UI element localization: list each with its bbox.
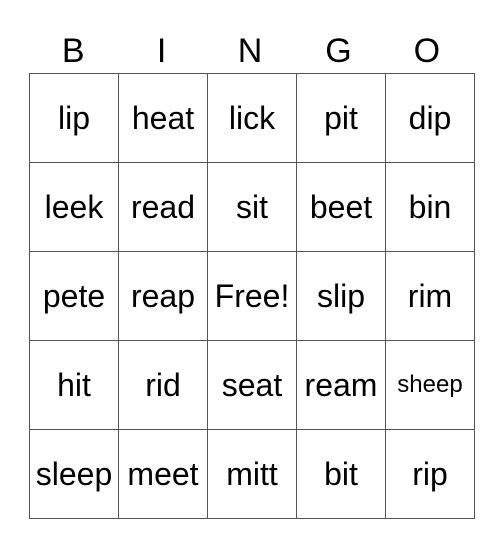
bingo-cell[interactable]: rip (385, 429, 475, 519)
grid-row: leek read sit beet bin (29, 162, 475, 252)
bingo-cell[interactable]: seat (207, 340, 297, 430)
grid-row: sleep meet mitt bit rip (29, 429, 475, 519)
bingo-cell[interactable]: leek (29, 162, 119, 252)
header-letter-o: O (413, 32, 441, 70)
grid-row: hit rid seat ream sheep (29, 340, 475, 430)
bingo-cell[interactable]: pete (29, 251, 119, 341)
header-letter-g: G (325, 32, 352, 70)
bingo-header: B I N G O (29, 30, 471, 73)
bingo-cell[interactable]: hit (29, 340, 119, 430)
grid-row: pete reap Free! slip rim (29, 251, 475, 341)
bingo-cell[interactable]: meet (118, 429, 208, 519)
bingo-cell[interactable]: bit (296, 429, 386, 519)
bingo-card-grid: lip heat lick pit dip leek read sit beet… (29, 73, 475, 519)
bingo-cell[interactable]: sit (207, 162, 297, 252)
header-letter-b: B (61, 32, 85, 70)
grid-row: lip heat lick pit dip (29, 73, 475, 163)
bingo-cell[interactable]: pit (296, 73, 386, 163)
bingo-cell[interactable]: ream (296, 340, 386, 430)
free-space-cell[interactable]: Free! (207, 251, 297, 341)
bingo-cell[interactable]: reap (118, 251, 208, 341)
bingo-cell[interactable]: dip (385, 73, 475, 163)
bingo-cell[interactable]: rim (385, 251, 475, 341)
bingo-cell[interactable]: lip (29, 73, 119, 163)
bingo-cell[interactable]: beet (296, 162, 386, 252)
bingo-cell[interactable]: lick (207, 73, 297, 163)
bingo-cell[interactable]: slip (296, 251, 386, 341)
bingo-cell[interactable]: read (118, 162, 208, 252)
bingo-cell[interactable]: heat (118, 73, 208, 163)
bingo-cell[interactable]: sheep (385, 340, 475, 430)
bingo-cell[interactable]: mitt (207, 429, 297, 519)
bingo-cell[interactable]: rid (118, 340, 208, 430)
header-letter-i: I (156, 32, 167, 70)
header-letter-n: N (237, 32, 263, 70)
bingo-cell[interactable]: bin (385, 162, 475, 252)
bingo-cell[interactable]: sleep (29, 429, 119, 519)
